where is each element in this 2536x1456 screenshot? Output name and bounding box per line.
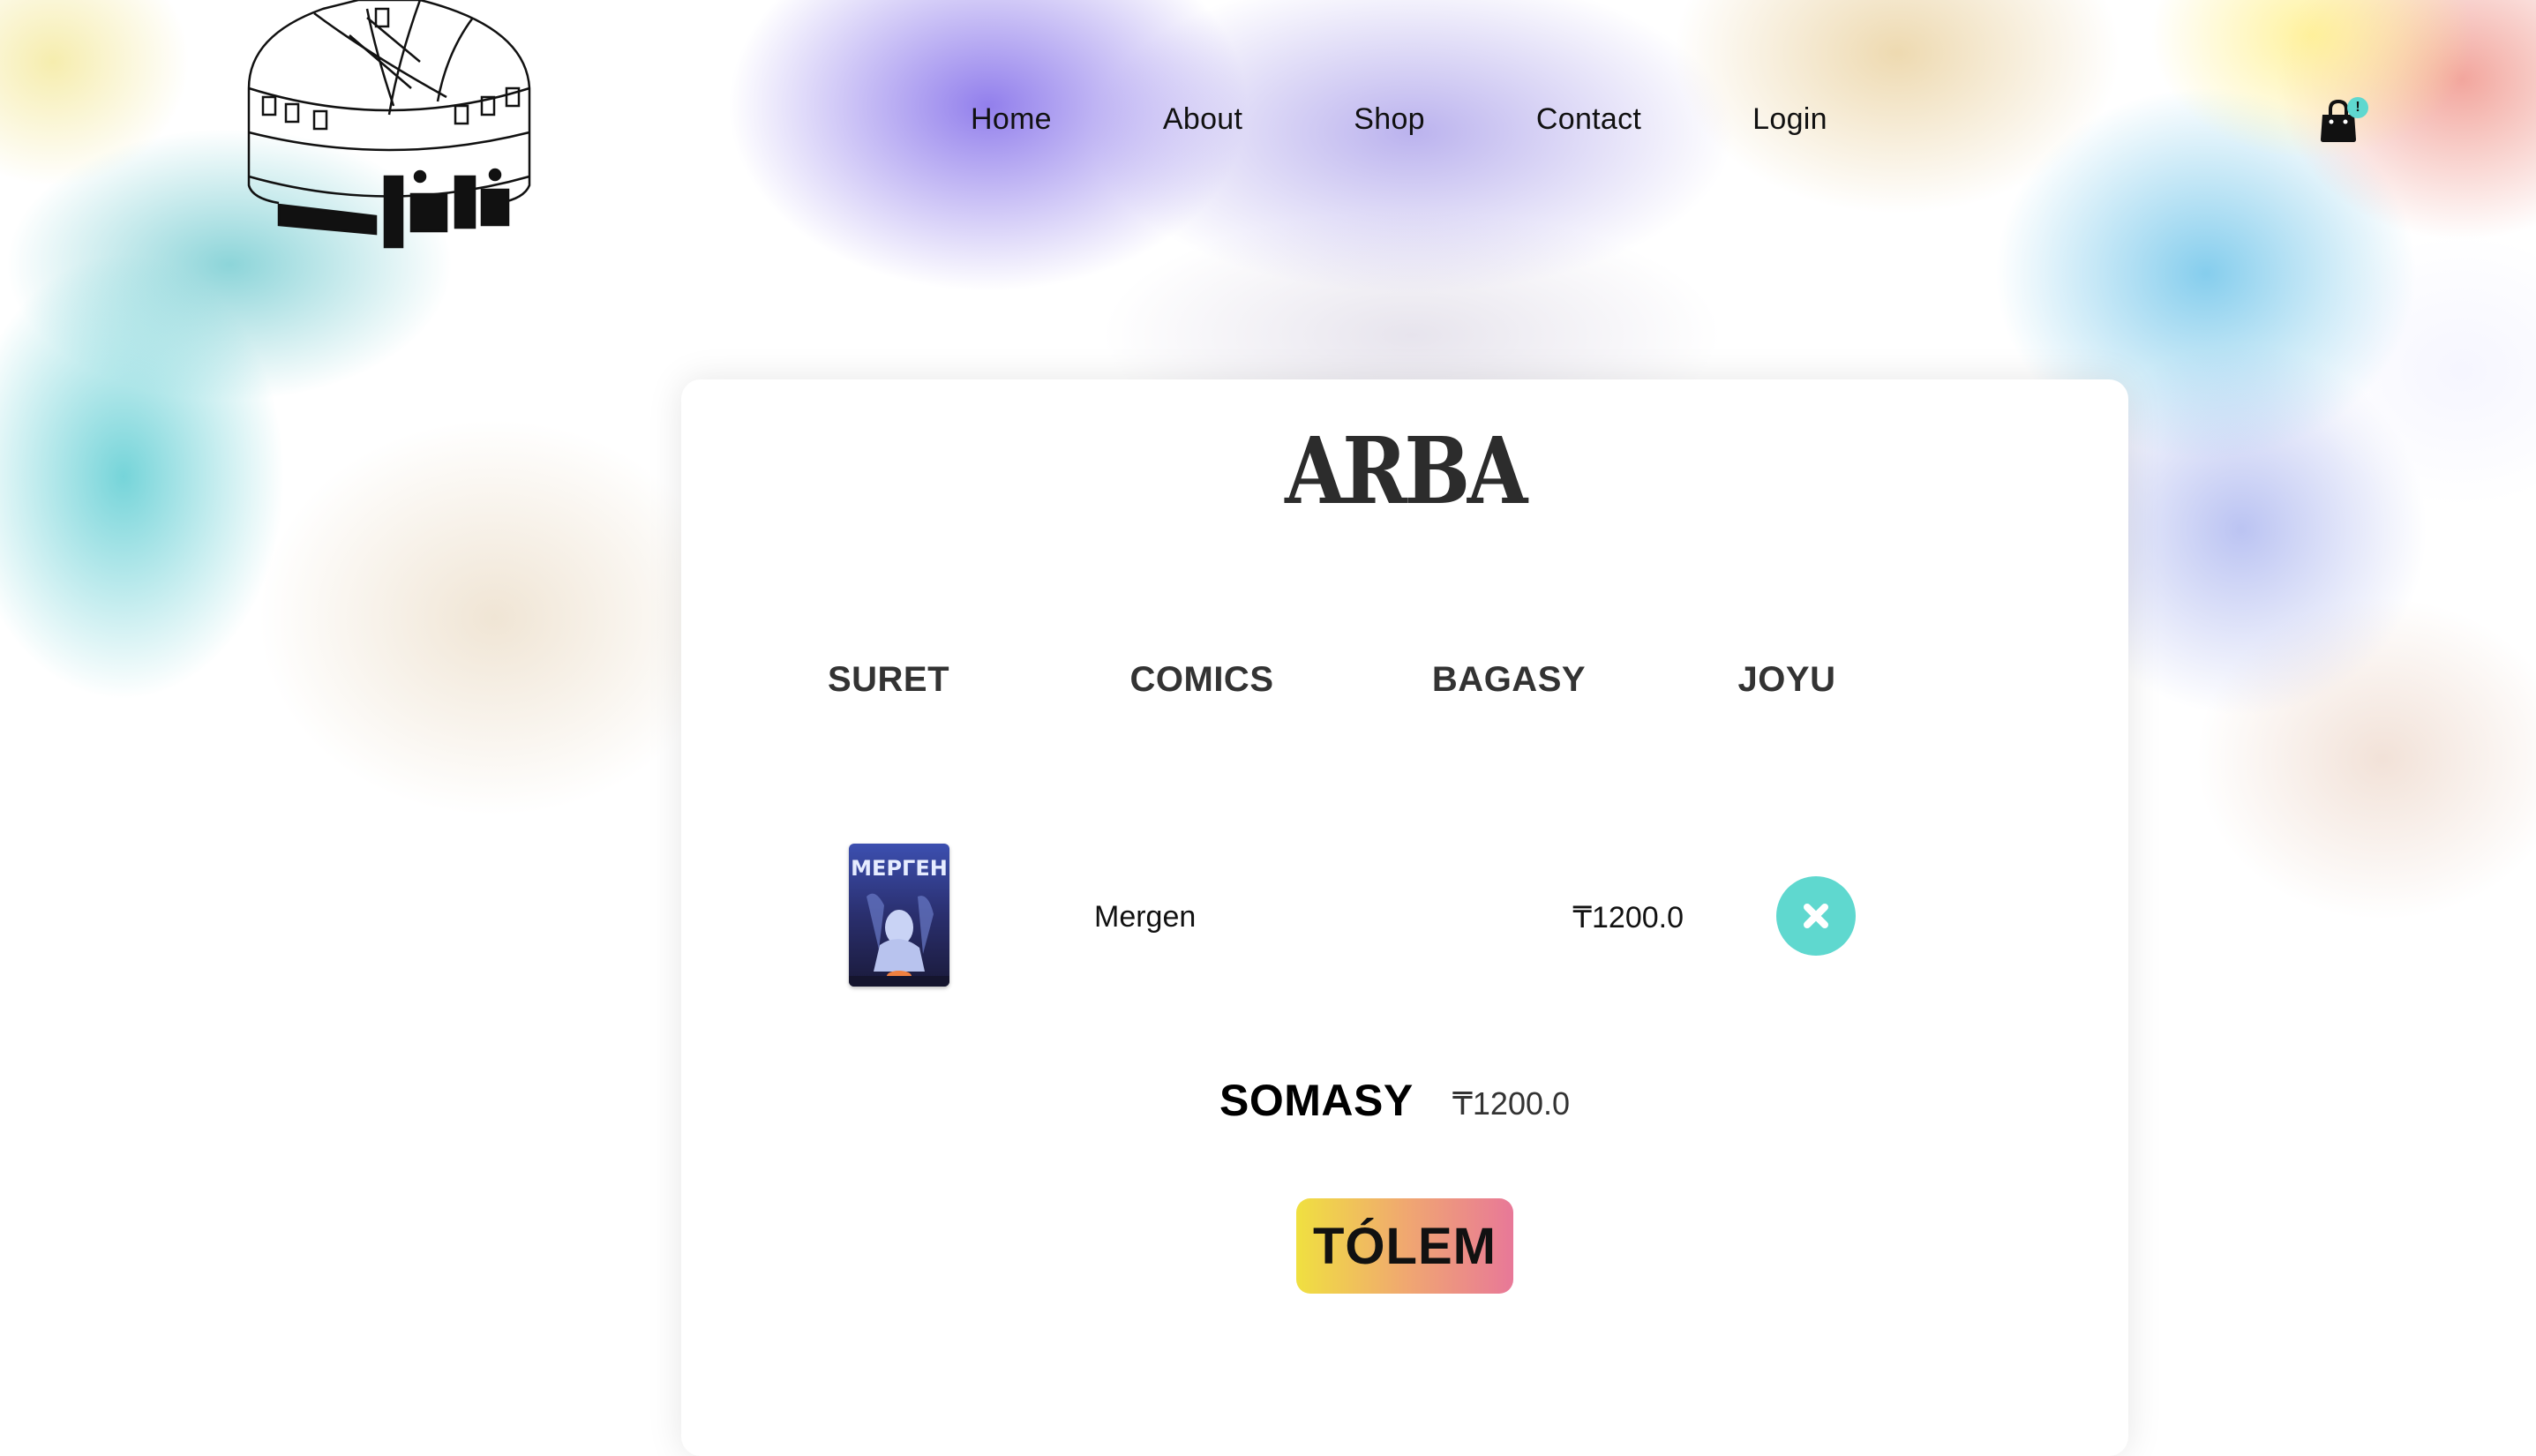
cart-item-name: Mergen	[1094, 900, 1197, 934]
remove-item-button[interactable]	[1776, 876, 1856, 956]
column-header-joyu: JOYU	[1737, 660, 1836, 699]
nav-home[interactable]: Home	[971, 102, 1052, 137]
site-header: Home About Shop Contact Login !	[0, 0, 2536, 256]
column-header-comics: COMICS	[1129, 660, 1274, 699]
cart-badge: !	[2347, 97, 2368, 118]
close-icon	[1804, 904, 1828, 928]
cart-button[interactable]: !	[2319, 97, 2368, 148]
cover-title-text: МЕРГЕН	[851, 856, 948, 881]
cart-item-price: ₸1200.0	[1572, 901, 1684, 934]
nav-login[interactable]: Login	[1752, 102, 1827, 137]
column-header-suret: SURET	[827, 660, 950, 699]
nav-contact[interactable]: Contact	[1536, 102, 1641, 137]
total-value: ₸1200.0	[1452, 1085, 1571, 1122]
yurt-logo-icon[interactable]	[244, 0, 535, 256]
page-title: ARBA	[1285, 417, 1527, 525]
comic-cover-thumbnail[interactable]: МЕРГЕН	[849, 844, 949, 987]
total-label: SOMASY	[1219, 1076, 1414, 1125]
main-nav: Home About Shop Contact Login	[971, 102, 1827, 137]
checkout-button[interactable]: TÓLEM	[1296, 1198, 1513, 1294]
column-header-bagasy: BAGASY	[1431, 660, 1587, 699]
cart-card: ARBA SURET COMICS BAGASY JOYU МЕРГЕН Mer…	[681, 379, 2128, 1456]
nav-about[interactable]: About	[1163, 102, 1242, 137]
nav-shop[interactable]: Shop	[1354, 102, 1425, 137]
